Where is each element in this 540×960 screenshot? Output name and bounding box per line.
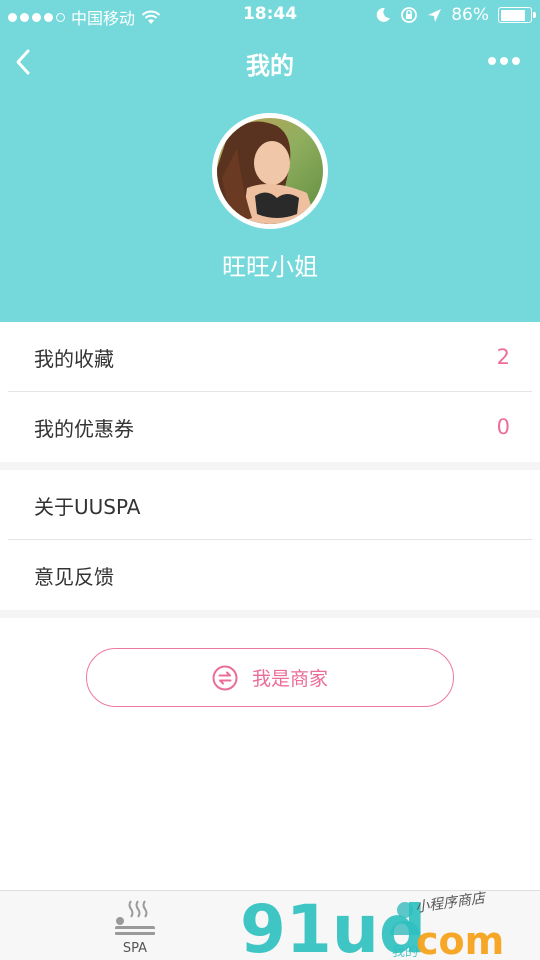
tab-label: SPA (122, 941, 148, 956)
menu-item-label: 意见反馈 (34, 564, 114, 589)
user-icon (390, 902, 420, 935)
rotation-lock-icon (401, 7, 418, 23)
more-button[interactable] (488, 54, 522, 68)
menu-item-about[interactable]: 关于UUSPA (0, 470, 540, 540)
avatar[interactable] (212, 113, 328, 229)
coupons-count: 0 (496, 415, 510, 439)
menu-item-label: 我的收藏 (34, 346, 114, 371)
favorites-count: 2 (496, 345, 510, 369)
tab-bar: SPA 我的 (0, 890, 540, 960)
tab-label: 我的 (391, 945, 418, 960)
tab-spa[interactable]: SPA (0, 891, 270, 960)
merchant-button-label: 我是商家 (251, 668, 328, 690)
menu-item-favorites[interactable]: 我的收藏 2 (0, 322, 540, 392)
tab-mine[interactable]: 我的 (270, 891, 540, 960)
user-name: 旺旺小姐 (222, 253, 318, 281)
more-dots-icon (488, 57, 496, 65)
menu-item-label: 我的优惠券 (34, 416, 134, 441)
menu-item-feedback[interactable]: 意见反馈 (0, 540, 540, 610)
profile-header: 中国移动 18:44 86% 我的 旺旺小姐 (0, 0, 540, 322)
status-bar: 中国移动 18:44 86% (0, 0, 540, 30)
menu-item-coupons[interactable]: 我的优惠券 0 (0, 392, 540, 462)
avatar-image (217, 118, 323, 224)
spa-icon (115, 900, 155, 935)
menu-item-label: 关于UUSPA (34, 494, 141, 519)
nav-bar: 我的 (0, 40, 540, 84)
menu-group-account: 我的收藏 2 我的优惠券 0 (0, 322, 540, 462)
menu-group-info: 关于UUSPA 意见反馈 (0, 470, 540, 610)
moon-icon (376, 7, 391, 22)
status-right: 86% (375, 5, 536, 25)
page-title: 我的 (246, 52, 294, 80)
merchant-button[interactable]: 我是商家 (86, 648, 454, 707)
battery-percent: 86% (451, 5, 489, 25)
battery-icon (498, 7, 536, 23)
location-icon (428, 8, 442, 22)
swap-arrows-icon (212, 665, 238, 690)
